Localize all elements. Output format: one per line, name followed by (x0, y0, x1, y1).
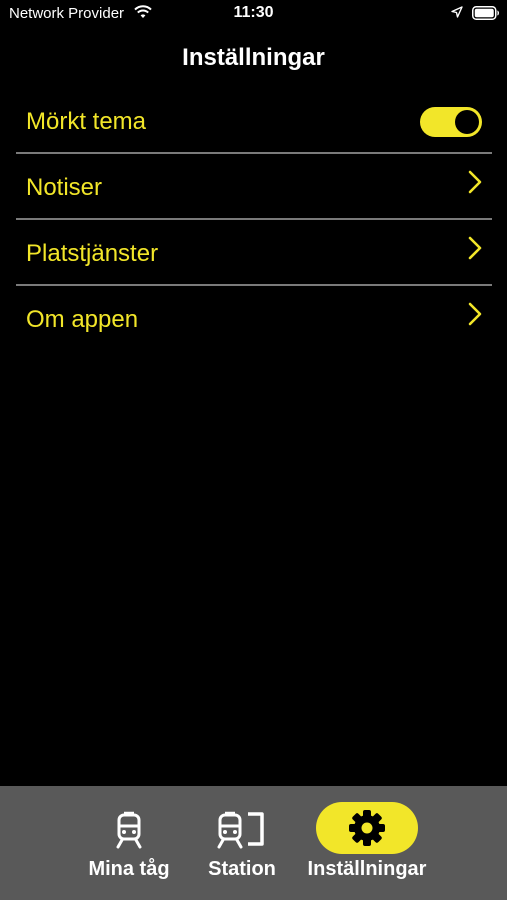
chevron-right-icon (468, 170, 482, 194)
chevron-right-icon (468, 302, 482, 326)
clock: 11:30 (233, 4, 274, 21)
toggle-knob (455, 110, 479, 134)
dark-theme-toggle[interactable] (420, 107, 482, 137)
setting-label-platstjanster: Platstjänster (26, 240, 159, 267)
setting-row-notiser[interactable]: Notiser (16, 154, 492, 220)
tab-label: Inställningar (307, 858, 427, 880)
tab-station[interactable]: Station (196, 786, 288, 900)
tab-installningar[interactable]: Inställningar (300, 786, 434, 900)
setting-label-om-appen: Om appen (26, 306, 139, 333)
setting-row-dark-theme[interactable]: Mörkt tema (16, 104, 492, 154)
status-bar: Network Provider 11:30 (0, 0, 507, 28)
tab-label: Mina tåg (88, 858, 170, 880)
gear-icon (349, 810, 385, 846)
setting-row-platstjanster[interactable]: Platstjänster (16, 220, 492, 286)
location-arrow-icon (451, 6, 463, 18)
page-title: Inställningar (182, 44, 325, 71)
setting-label-dark-theme: Mörkt tema (26, 108, 147, 135)
tab-label: Station (208, 858, 276, 880)
tab-mina-tag[interactable]: Mina tåg (76, 786, 182, 900)
tab-bar: Mina tåg Station Inställningar (0, 786, 507, 900)
setting-row-om-appen[interactable]: Om appen (16, 286, 492, 350)
chevron-right-icon (468, 236, 482, 260)
battery-icon (472, 6, 499, 20)
setting-label-notiser: Notiser (26, 174, 103, 201)
train-station-icon (217, 811, 264, 849)
train-icon (116, 811, 142, 849)
